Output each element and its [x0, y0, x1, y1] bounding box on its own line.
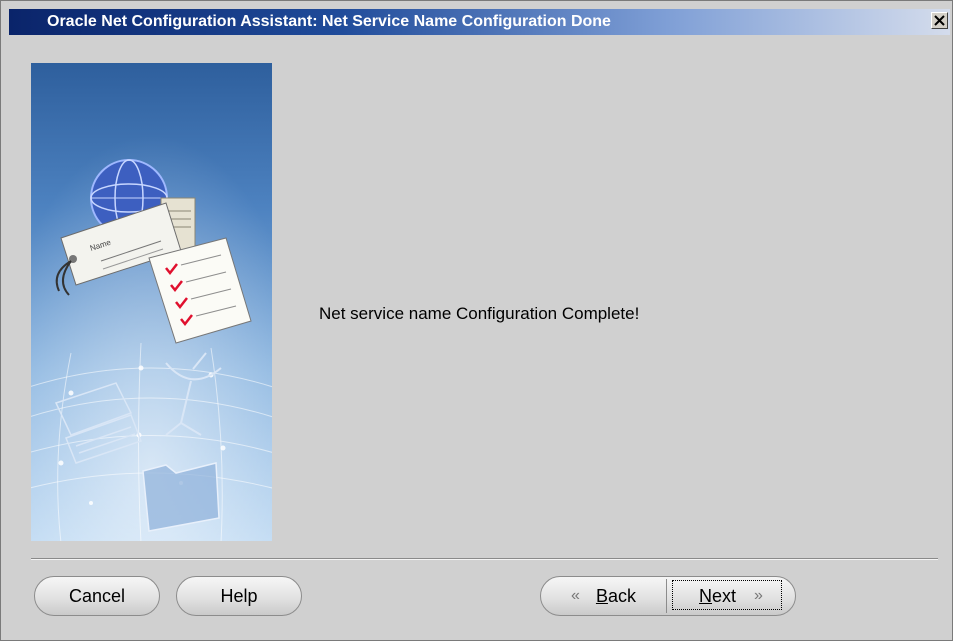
window-title: Oracle Net Configuration Assistant: Net … [47, 13, 611, 30]
navigation-button-group: « Back Next » [540, 576, 796, 616]
next-button[interactable]: Next » [667, 577, 795, 615]
folder-icon [142, 462, 220, 532]
back-arrow-icon: « [571, 587, 580, 604]
close-icon [934, 14, 945, 28]
completion-message: Net service name Configuration Complete! [319, 304, 640, 323]
help-button[interactable]: Help [176, 576, 302, 616]
divider [31, 558, 938, 560]
wizard-illustration: Name [31, 63, 272, 541]
next-arrow-icon: » [754, 587, 763, 604]
dialog-window: Oracle Net Configuration Assistant: Net … [0, 0, 953, 641]
title-bar[interactable]: Oracle Net Configuration Assistant: Net … [9, 9, 950, 35]
cancel-button[interactable]: Cancel [34, 576, 160, 616]
back-button-label: Back [595, 585, 636, 606]
next-button-label: Next [699, 585, 737, 606]
back-button[interactable]: « Back [541, 577, 666, 615]
close-button[interactable] [931, 12, 948, 29]
